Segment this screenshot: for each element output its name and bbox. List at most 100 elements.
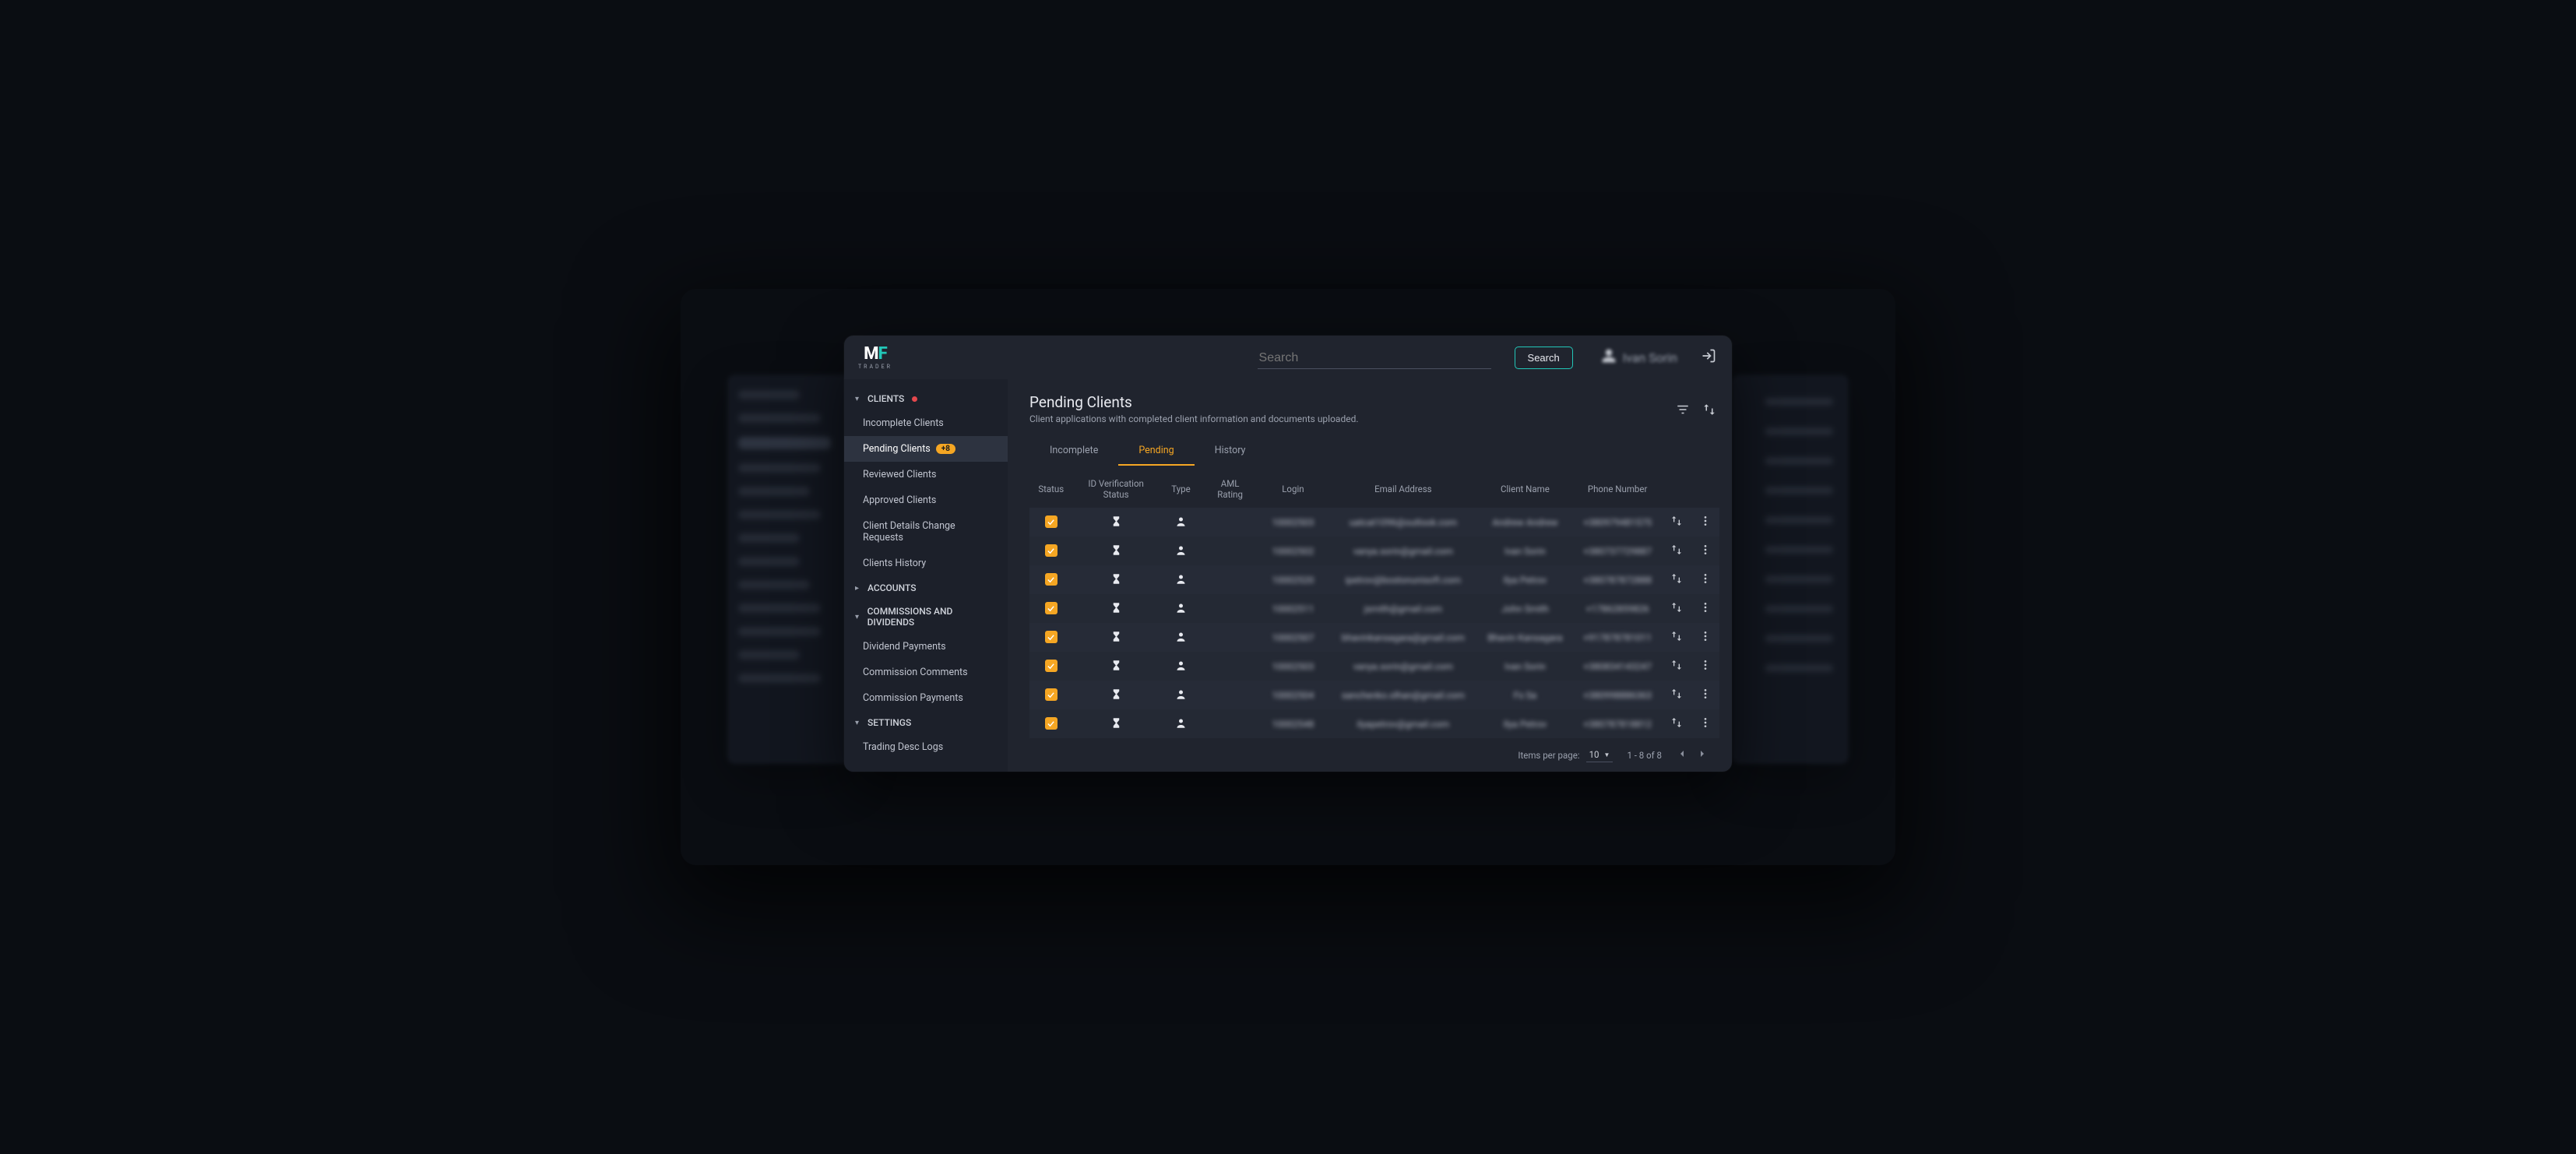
filter-icon[interactable]	[1676, 403, 1690, 420]
sidebar-item-trading-desc-logs[interactable]: Trading Desc Logs	[844, 734, 1008, 760]
table-row[interactable]: 10002502vanya.sorin@gmail.comIvan Sorin+…	[1029, 537, 1719, 565]
user-chip[interactable]: Ivan Sorin	[1601, 348, 1677, 367]
sidebar-item-dividend-payments[interactable]: Dividend Payments	[844, 634, 1008, 660]
sidebar-item-client-details-change-requests[interactable]: Client Details Change Requests	[844, 513, 1008, 551]
sidebar-item-commission-payments[interactable]: Commission Payments	[844, 685, 1008, 711]
cell-client-name: Ivan Sorin	[1478, 652, 1572, 681]
cell-aml-rating	[1202, 623, 1258, 652]
row-move-icon[interactable]	[1670, 691, 1683, 702]
col-header-login[interactable]: Login	[1258, 470, 1328, 508]
table-row[interactable]: 10002503vanya.sorin@gmail.comIvan Sorin+…	[1029, 652, 1719, 681]
sidebar-section-accounts[interactable]: ▸ ACCOUNTS	[844, 576, 1008, 600]
person-icon	[1175, 663, 1187, 674]
search-input[interactable]	[1259, 351, 1490, 365]
row-menu-icon[interactable]	[1699, 605, 1712, 616]
next-page-button[interactable]	[1696, 748, 1709, 762]
logout-icon[interactable]	[1701, 348, 1716, 367]
row-move-icon[interactable]	[1670, 547, 1683, 558]
sidebar-section-commissions[interactable]: ▾ COMMISSIONS AND DIVIDENDS	[844, 600, 1008, 634]
table-row[interactable]: 10002511jsmith@gmail.comJohn Smith+17862…	[1029, 594, 1719, 623]
cell-login: 10002507	[1258, 623, 1328, 652]
sidebar-item-label: Commission Comments	[863, 667, 968, 678]
sidebar-item-approved-clients[interactable]: Approved Clients	[844, 487, 1008, 513]
cell-aml-rating	[1202, 652, 1258, 681]
cell-aml-rating	[1202, 537, 1258, 565]
status-check-icon	[1045, 573, 1057, 586]
cell-phone: +380834143247	[1572, 652, 1663, 681]
cell-login: 10002503	[1258, 508, 1328, 537]
background-panel-right	[1732, 375, 1849, 764]
table-row[interactable]: 10002507bhavinkansagara@gmail.comBhavin …	[1029, 623, 1719, 652]
col-header-email[interactable]: Email Address	[1328, 470, 1478, 508]
notification-dot-icon	[912, 396, 917, 402]
search-button[interactable]: Search	[1515, 347, 1573, 369]
pagination-range: 1 - 8 of 8	[1627, 750, 1662, 761]
table-row[interactable]: 10002503uatcat1096@outlook.comAndrew And…	[1029, 508, 1719, 537]
person-icon	[1175, 605, 1187, 616]
chevron-right-icon: ▸	[855, 584, 863, 593]
tab-pending[interactable]: Pending	[1118, 438, 1194, 466]
items-per-page-select[interactable]: 10 ▼	[1586, 748, 1614, 762]
cell-aml-rating	[1202, 594, 1258, 623]
header: MF TRADER Search Ivan Sorin	[844, 336, 1732, 379]
row-menu-icon[interactable]	[1699, 691, 1712, 702]
row-move-icon[interactable]	[1670, 634, 1683, 645]
row-menu-icon[interactable]	[1699, 720, 1712, 731]
sort-swap-icon[interactable]	[1702, 403, 1716, 420]
row-move-icon[interactable]	[1670, 576, 1683, 587]
cell-client-name: Ilya Petrov	[1478, 709, 1572, 738]
sidebar-item-pending-clients[interactable]: Pending Clients +8	[844, 436, 1008, 462]
prev-page-button[interactable]	[1676, 748, 1688, 762]
status-check-icon	[1045, 631, 1057, 643]
cell-email: ipetrov@bostonunisoft.com	[1328, 565, 1478, 594]
sidebar-section-clients[interactable]: ▾ CLIENTS	[844, 387, 1008, 410]
cell-client-name: Ivan Sorin	[1478, 537, 1572, 565]
table-row[interactable]: 10002504sanchenko.olhan@gmail.comFs Sa+3…	[1029, 681, 1719, 709]
hourglass-icon	[1110, 720, 1122, 731]
row-move-icon[interactable]	[1670, 605, 1683, 616]
col-header-phone[interactable]: Phone Number	[1572, 470, 1663, 508]
tab-history[interactable]: History	[1195, 438, 1266, 466]
table-wrap: Status ID Verification Status Type AML R…	[1029, 470, 1719, 740]
cell-phone: +380787818812	[1572, 709, 1663, 738]
row-move-icon[interactable]	[1670, 663, 1683, 674]
sidebar-item-reviewed-clients[interactable]: Reviewed Clients	[844, 462, 1008, 487]
chevron-down-icon: ▼	[1604, 751, 1610, 758]
sidebar-item-clients-history[interactable]: Clients History	[844, 551, 1008, 576]
cell-phone: +380998886363	[1572, 681, 1663, 709]
col-header-status[interactable]: Status	[1029, 470, 1073, 508]
avatar-icon	[1601, 348, 1617, 367]
sidebar-item-label: Reviewed Clients	[863, 469, 936, 480]
row-menu-icon[interactable]	[1699, 547, 1712, 558]
hourglass-icon	[1110, 663, 1122, 674]
row-move-icon[interactable]	[1670, 519, 1683, 530]
sidebar-badge: +8	[936, 444, 955, 454]
cell-phone: +917878781011	[1572, 623, 1663, 652]
row-menu-icon[interactable]	[1699, 634, 1712, 645]
col-header-client-name[interactable]: Client Name	[1478, 470, 1572, 508]
col-header-type[interactable]: Type	[1160, 470, 1203, 508]
table-header-row: Status ID Verification Status Type AML R…	[1029, 470, 1719, 508]
table-row[interactable]: 10002520ipetrov@bostonunisoft.comIlya Pe…	[1029, 565, 1719, 594]
row-menu-icon[interactable]	[1699, 576, 1712, 587]
person-icon	[1175, 720, 1187, 731]
sidebar-section-label: COMMISSIONS AND DIVIDENDS	[867, 606, 997, 628]
cell-aml-rating	[1202, 681, 1258, 709]
sidebar-section-settings[interactable]: ▾ SETTINGS	[844, 711, 1008, 734]
person-icon	[1175, 634, 1187, 645]
logo-subtext: TRADER	[858, 364, 892, 370]
tab-incomplete[interactable]: Incomplete	[1029, 438, 1118, 466]
sidebar-item-incomplete-clients[interactable]: Incomplete Clients	[844, 410, 1008, 436]
col-header-aml-rating[interactable]: AML Rating	[1202, 470, 1258, 508]
row-menu-icon[interactable]	[1699, 519, 1712, 530]
row-move-icon[interactable]	[1670, 720, 1683, 731]
row-menu-icon[interactable]	[1699, 663, 1712, 674]
col-header-id-verification[interactable]: ID Verification Status	[1073, 470, 1160, 508]
cell-email: sanchenko.olhan@gmail.com	[1328, 681, 1478, 709]
sidebar-item-commission-comments[interactable]: Commission Comments	[844, 660, 1008, 685]
table-row[interactable]: 10002548ilyapetrov@gmail.comIlya Petrov+…	[1029, 709, 1719, 738]
cell-login: 10002502	[1258, 537, 1328, 565]
cell-email: ilyapetrov@gmail.com	[1328, 709, 1478, 738]
search-field-wrap	[1258, 347, 1491, 369]
cell-email: vanya.sorin@gmail.com	[1328, 537, 1478, 565]
